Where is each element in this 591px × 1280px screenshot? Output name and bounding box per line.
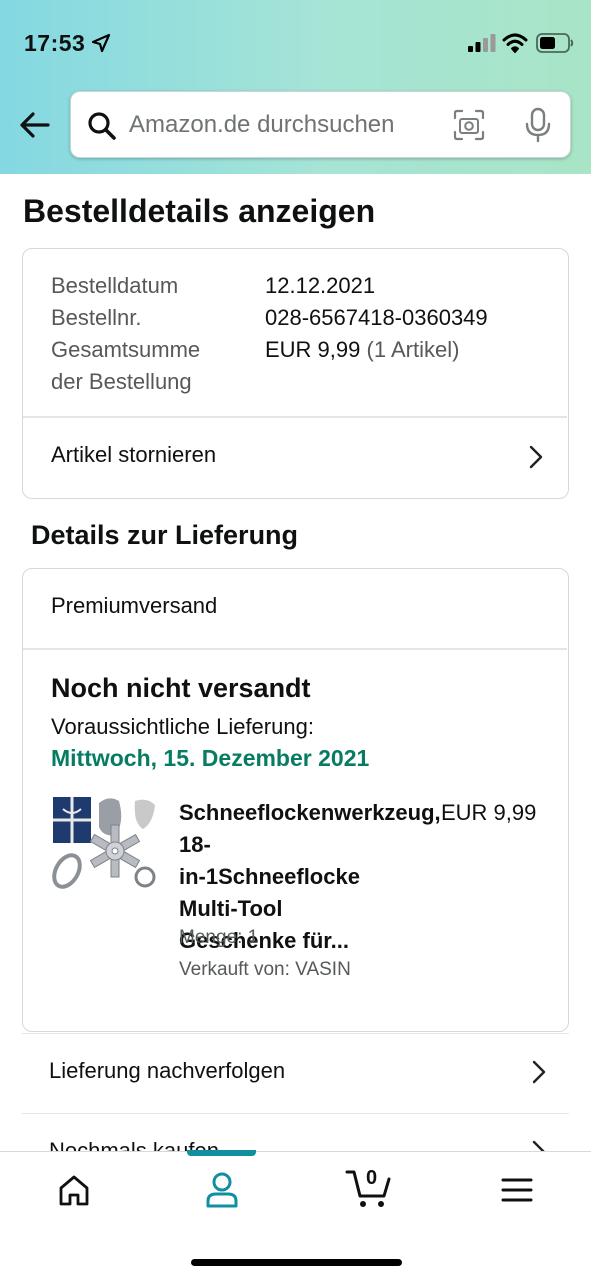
bottom-tab-bar: 0 bbox=[0, 1150, 591, 1280]
divider bbox=[23, 648, 567, 650]
location-arrow-icon bbox=[91, 33, 111, 53]
order-total-label-line2: der Bestellung bbox=[51, 369, 192, 394]
product-title-line: Schneeflockenwerkzeug, 18- bbox=[179, 800, 441, 857]
eta-label: Voraussichtliche Lieferung: bbox=[51, 714, 314, 739]
product-title-line: in-1Schneeflocke bbox=[179, 864, 360, 889]
order-number-value: 028-6567418-0360349 bbox=[265, 305, 488, 330]
order-date-value: 12.12.2021 bbox=[265, 273, 376, 298]
account-icon[interactable] bbox=[200, 1170, 244, 1210]
search-bar bbox=[70, 91, 571, 158]
cart-count: 0 bbox=[366, 1167, 378, 1189]
wifi-icon bbox=[502, 33, 528, 53]
buy-again-row[interactable]: Nochmals kaufen bbox=[22, 1113, 569, 1153]
track-delivery-label: Lieferung nachverfolgen bbox=[49, 1058, 286, 1083]
cancel-items-label: Artikel stornieren bbox=[51, 442, 217, 467]
shipping-method: Premiumversand bbox=[51, 593, 218, 618]
cart-button[interactable]: 0 bbox=[344, 1164, 394, 1210]
delivery-card: Premiumversand Noch nicht versandt Vorau… bbox=[22, 568, 569, 1032]
order-number-label: Bestellnr. bbox=[51, 305, 142, 330]
product-seller: Verkauft von: VASIN bbox=[179, 959, 351, 980]
status-time: 17:53 bbox=[24, 30, 86, 56]
microphone-icon[interactable] bbox=[523, 107, 553, 143]
status-bar: 17:53 bbox=[0, 0, 591, 80]
product-title-line: Multi-Tool bbox=[179, 896, 283, 921]
back-arrow-icon[interactable] bbox=[18, 108, 52, 142]
search-input[interactable] bbox=[129, 106, 429, 144]
product-price: EUR 9,99 bbox=[441, 800, 537, 825]
order-date-label: Bestelldatum bbox=[51, 273, 179, 298]
order-total-amount: EUR 9,99 bbox=[265, 337, 361, 362]
eta-date: Mittwoch, 15. Dezember 2021 bbox=[51, 745, 370, 771]
cancel-items-link[interactable]: Artikel stornieren bbox=[23, 418, 568, 498]
product-image[interactable] bbox=[51, 793, 157, 897]
shipment-status: Noch nicht versandt bbox=[51, 673, 311, 703]
product-quantity: Menge: 1 bbox=[179, 927, 259, 948]
home-indicator bbox=[191, 1259, 402, 1266]
order-total-label: Gesamtsumme der Bestellung bbox=[51, 334, 200, 398]
camera-search-icon[interactable] bbox=[453, 109, 485, 141]
active-tab-indicator bbox=[187, 1150, 256, 1156]
header-area: 17:53 bbox=[0, 0, 591, 174]
page-title: Bestelldetails anzeigen bbox=[23, 193, 376, 229]
order-total-label-line1: Gesamtsumme bbox=[51, 337, 201, 362]
chevron-right-icon bbox=[529, 445, 543, 469]
battery-icon bbox=[536, 33, 574, 53]
order-total-value: EUR 9,99 (1 Artikel) bbox=[265, 334, 459, 366]
menu-icon[interactable] bbox=[495, 1170, 539, 1210]
order-item-count: (1 Artikel) bbox=[366, 337, 460, 362]
delivery-section-title: Details zur Lieferung bbox=[31, 520, 299, 550]
order-summary-card: Bestelldatum 12.12.2021 Bestellnr. 028-6… bbox=[22, 248, 569, 499]
chevron-right-icon bbox=[532, 1060, 546, 1084]
home-icon[interactable] bbox=[52, 1170, 96, 1210]
cellular-signal-icon bbox=[468, 34, 496, 52]
track-delivery-row[interactable]: Lieferung nachverfolgen bbox=[22, 1033, 569, 1114]
search-icon bbox=[88, 112, 116, 140]
